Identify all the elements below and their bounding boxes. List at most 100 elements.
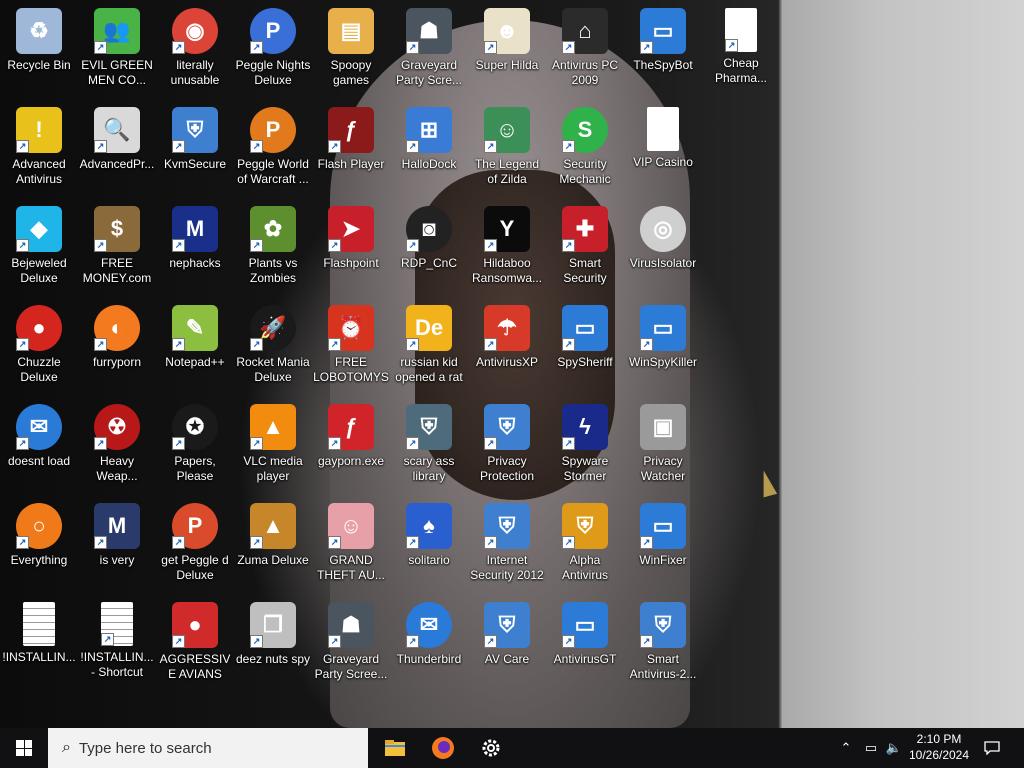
desktop-icon[interactable]: P ↗ Peggle Nights Deluxe bbox=[235, 2, 311, 98]
taskbar-settings[interactable] bbox=[467, 728, 515, 768]
desktop-icon[interactable]: ➤ ↗ Flashpoint bbox=[313, 200, 389, 296]
volume-icon[interactable]: 🔈 bbox=[884, 728, 904, 768]
desktop-icon[interactable]: ⛨ ↗ scary ass library bbox=[391, 398, 467, 494]
desktop-icon[interactable]: ♻ Recycle Bin bbox=[1, 2, 77, 98]
desktop-icon[interactable]: De ↗ russian kid opened a rat bbox=[391, 299, 467, 395]
desktop-icon[interactable]: ✉ ↗ doesnt load bbox=[1, 398, 77, 494]
desktop-icon[interactable]: ▭ ↗ AntivirusGT bbox=[547, 596, 623, 692]
desktop-icon[interactable]: ⛨ ↗ Internet Security 2012 bbox=[469, 497, 545, 593]
shortcut-arrow-icon: ↗ bbox=[172, 536, 185, 549]
desktop-icon[interactable]: ! ↗ Advanced Antivirus bbox=[1, 101, 77, 197]
desktop-icon[interactable]: ↗ !INSTALLIN... - Shortcut bbox=[79, 596, 155, 692]
desktop-icon[interactable]: ☗ ↗ Graveyard Party Scre... bbox=[391, 2, 467, 98]
desktop-icon[interactable]: ϟ ↗ Spyware Stormer bbox=[547, 398, 623, 494]
desktop-icon-label: Rocket Mania Deluxe bbox=[236, 355, 310, 384]
desktop-icon[interactable]: !INSTALLIN... bbox=[1, 596, 77, 692]
windows-shield-icon: ⛨ ↗ bbox=[484, 602, 530, 648]
window-app-icon: ▭ ↗ bbox=[562, 305, 608, 351]
desktop-icon-label: FREE LOBOTOMYS bbox=[313, 355, 389, 384]
desktop-icon[interactable]: ▭ ↗ WinFixer bbox=[625, 497, 701, 593]
desktop-icon[interactable]: ⊞ ↗ HalloDock bbox=[391, 101, 467, 197]
shortcut-arrow-icon: ↗ bbox=[562, 239, 575, 252]
rdp-icon: ◙ ↗ bbox=[406, 206, 452, 252]
desktop-icon[interactable]: S ↗ Security Mechanic bbox=[547, 101, 623, 197]
desktop-icon[interactable]: ☺ ↗ The Legend of Zilda bbox=[469, 101, 545, 197]
desktop-icon[interactable]: ƒ ↗ gayporn.exe bbox=[313, 398, 389, 494]
desktop-icon[interactable]: P ↗ Peggle World of Warcraft ... bbox=[235, 101, 311, 197]
network-icon[interactable]: ▭ bbox=[860, 728, 882, 768]
desktop-icon[interactable]: ⛨ ↗ KvmSecure bbox=[157, 101, 233, 197]
desktop-icon-label: WinSpyKiller bbox=[628, 355, 697, 369]
desktop-icon-label: Cheap Pharma... bbox=[714, 56, 768, 85]
taskbar-firefox[interactable] bbox=[419, 728, 467, 768]
desktop-icon[interactable]: ▭ ↗ TheSpyBot bbox=[625, 2, 701, 98]
desktop-icon[interactable]: 🔍 ↗ AdvancedPr... bbox=[79, 101, 155, 197]
desktop-icon[interactable]: ▣ Privacy Watcher bbox=[625, 398, 701, 494]
desktop[interactable]: ♻ Recycle Bin 👥 ↗ EVIL GREEN MEN CO... ◉ ↗ lite… bbox=[0, 0, 1024, 728]
desktop-icon[interactable]: ✪ ↗ Papers, Please bbox=[157, 398, 233, 494]
desktop-icon[interactable]: ◙ ↗ RDP_CnC bbox=[391, 200, 467, 296]
desktop-icon[interactable]: ✉ ↗ Thunderbird bbox=[391, 596, 467, 692]
desktop-icon[interactable]: ☢ ↗ Heavy Weap... bbox=[79, 398, 155, 494]
taskbar-clock[interactable]: 2:10 PM 10/26/2024 bbox=[904, 731, 974, 763]
shortcut-arrow-icon: ↗ bbox=[94, 239, 107, 252]
desktop-icon[interactable]: ▤ Spoopy games bbox=[313, 2, 389, 98]
notification-center-icon[interactable] bbox=[978, 728, 1006, 768]
desktop-icon[interactable]: 🚀 ↗ Rocket Mania Deluxe bbox=[235, 299, 311, 395]
shortcut-arrow-icon: ↗ bbox=[16, 536, 29, 549]
desktop-icon[interactable]: ✿ ↗ Plants vs Zombies bbox=[235, 200, 311, 296]
desktop-icon[interactable]: ◆ ↗ Bejeweled Deluxe bbox=[1, 200, 77, 296]
desktop-icon[interactable]: ✚ ↗ Smart Security bbox=[547, 200, 623, 296]
radiation-icon: ☢ ↗ bbox=[94, 404, 140, 450]
desktop-icon[interactable]: ♠ ↗ solitario bbox=[391, 497, 467, 593]
desktop-icon[interactable]: M ↗ is very bbox=[79, 497, 155, 593]
de-icon: De ↗ bbox=[406, 305, 452, 351]
desktop-icon[interactable]: ● ↗ Chuzzle Deluxe bbox=[1, 299, 77, 395]
security-mechanic-icon: S ↗ bbox=[562, 107, 608, 153]
desktop-icon[interactable]: Y ↗ Hildaboo Ransomwa... bbox=[469, 200, 545, 296]
notification-icon bbox=[984, 741, 1000, 755]
desktop-icon[interactable]: ▲ ↗ Zuma Deluxe bbox=[235, 497, 311, 593]
desktop-icon[interactable]: 👥 ↗ EVIL GREEN MEN CO... bbox=[79, 2, 155, 98]
desktop-icon-label: Flash Player bbox=[317, 157, 385, 171]
windows-shield-icon: ⛨ ↗ bbox=[484, 404, 530, 450]
swiss-shield-icon: ✚ ↗ bbox=[562, 206, 608, 252]
desktop-icon[interactable]: ☂ ↗ AntivirusXP bbox=[469, 299, 545, 395]
desktop-icon[interactable]: ⛨ ↗ Alpha Antivirus bbox=[547, 497, 623, 593]
desktop-icon-label: Internet Security 2012 bbox=[470, 553, 544, 582]
desktop-icon[interactable]: ◐ ↗ furryporn bbox=[79, 299, 155, 395]
desktop-icon[interactable]: ↗ Cheap Pharma... bbox=[703, 2, 779, 98]
flash-player-icon: ƒ ↗ bbox=[328, 404, 374, 450]
desktop-icon[interactable]: $ ↗ FREE MONEY.com bbox=[79, 200, 155, 296]
desktop-icon[interactable]: ✎ ↗ Notepad++ bbox=[157, 299, 233, 395]
desktop-icon[interactable]: ○ ↗ Everything bbox=[1, 497, 77, 593]
desktop-icon-label: Chuzzle Deluxe bbox=[17, 355, 61, 384]
desktop-icon[interactable]: ⌂ ↗ Antivirus PC 2009 bbox=[547, 2, 623, 98]
desktop-icon[interactable]: ▭ ↗ WinSpyKiller bbox=[625, 299, 701, 395]
desktop-icon[interactable]: ● ↗ AGGRESSIVE AVIANS bbox=[157, 596, 233, 692]
desktop-icon[interactable]: ☗ ↗ Graveyard Party Scree... bbox=[313, 596, 389, 692]
desktop-icon[interactable]: ❐ ↗ deez nuts spy bbox=[235, 596, 311, 692]
desktop-icon[interactable]: ƒ ↗ Flash Player bbox=[313, 101, 389, 197]
desktop-icon[interactable]: M ↗ nephacks bbox=[157, 200, 233, 296]
desktop-icon[interactable]: ☺ ↗ GRAND THEFT AU... bbox=[313, 497, 389, 593]
desktop-icon[interactable]: P ↗ get Peggle d Deluxe bbox=[157, 497, 233, 593]
desktop-icon-label: Antivirus PC 2009 bbox=[551, 58, 619, 87]
taskbar-file-explorer[interactable] bbox=[371, 728, 419, 768]
desktop-icon[interactable]: ▲ ↗ VLC media player bbox=[235, 398, 311, 494]
desktop-icon[interactable]: ☻ ↗ Super Hilda bbox=[469, 2, 545, 98]
desktop-icon[interactable]: ⛨ ↗ AV Care bbox=[469, 596, 545, 692]
desktop-icon[interactable]: ◎ VirusIsolator bbox=[625, 200, 701, 296]
desktop-icon-label: Hildaboo Ransomwa... bbox=[471, 256, 543, 285]
tray-chevron-up-icon[interactable]: ⌃ bbox=[836, 728, 856, 768]
desktop-icon[interactable]: ◉ ↗ literally unusable bbox=[157, 2, 233, 98]
desktop-icon[interactable]: ⛨ ↗ Privacy Protection bbox=[469, 398, 545, 494]
taskbar-search-box[interactable]: ⌕ Type here to search bbox=[48, 728, 368, 768]
desktop-icon[interactable]: ⏰ ↗ FREE LOBOTOMYS bbox=[313, 299, 389, 395]
desktop-icon-label: VIP Casino bbox=[633, 155, 693, 169]
shortcut-arrow-icon: ↗ bbox=[172, 140, 185, 153]
start-button[interactable] bbox=[0, 728, 48, 768]
desktop-icon[interactable]: ▭ ↗ SpySheriff bbox=[547, 299, 623, 395]
desktop-icon[interactable]: ⛨ ↗ Smart Antivirus-2... bbox=[625, 596, 701, 692]
desktop-icon[interactable]: VIP Casino bbox=[625, 101, 701, 197]
